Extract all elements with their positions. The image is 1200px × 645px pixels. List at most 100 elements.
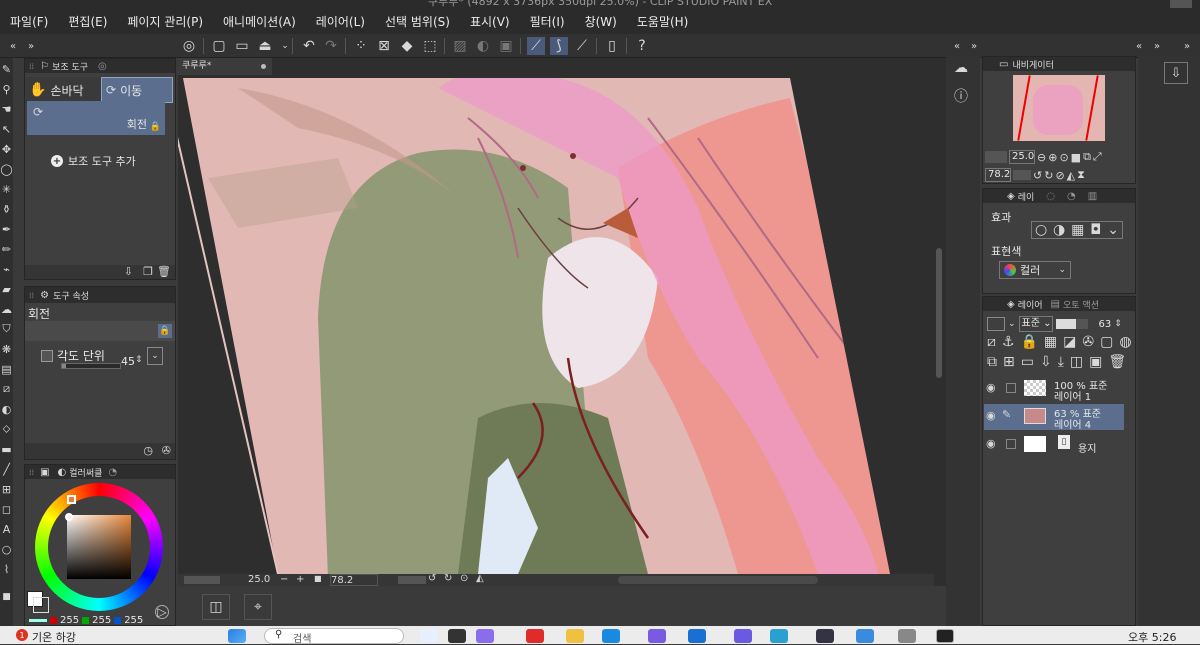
hue-ring[interactable] <box>35 483 163 611</box>
sub-tool-item-rotate[interactable]: ⟳ 회전 🔒 <box>27 101 165 135</box>
tab-hand[interactable]: ✋ 손바닥 <box>25 77 101 103</box>
pen-tool-icon[interactable]: ✎ <box>0 60 13 78</box>
ruler-display-icon[interactable]: ✇ <box>1082 334 1094 350</box>
open-file-icon[interactable]: ▭ <box>233 37 251 55</box>
new-vector-layer-icon[interactable]: ⊞ <box>1003 354 1015 370</box>
decoration-tool-icon[interactable]: ❋ <box>0 340 13 358</box>
export-icon[interactable]: ⇩ <box>1164 62 1188 84</box>
store-icon[interactable] <box>602 629 620 643</box>
expression-color-select[interactable]: 컬러 ⌄ <box>999 261 1071 279</box>
eye-icon[interactable]: ◉ <box>986 437 996 450</box>
fill-icon[interactable]: ◆ <box>398 37 416 55</box>
rotation-slider[interactable] <box>398 576 426 584</box>
horizontal-scrollbar[interactable] <box>618 576 818 584</box>
canvas-tab[interactable]: 쿠루루* <box>178 58 272 75</box>
reset-rotation-icon[interactable]: ⊘ <box>1055 169 1064 182</box>
smartphone-icon[interactable]: ▯ <box>603 37 621 55</box>
eyedropper-tool-icon[interactable]: ⚱ <box>0 200 13 218</box>
fit-screen-icon[interactable]: ⊙ <box>1059 151 1068 164</box>
navigator-zoom-value[interactable]: 25.0 <box>1009 150 1035 164</box>
layer-row-1[interactable]: ◉ 100 % 표준 레이어 1 <box>984 376 1124 403</box>
stepper-icon[interactable]: ⇕ <box>135 355 143 365</box>
canvas-artwork[interactable] <box>178 58 946 586</box>
navigator-rotation-slider[interactable] <box>1013 170 1031 180</box>
opacity-value[interactable]: 63 <box>1099 319 1112 330</box>
rotate-right-icon[interactable]: ↻ <box>1044 169 1053 182</box>
save-icon[interactable]: ⏏ <box>256 37 274 55</box>
gradient-tool-icon[interactable]: ▤ <box>0 360 13 378</box>
app-icon-2[interactable] <box>476 629 494 643</box>
rotate-right-icon[interactable]: ↻ <box>444 573 452 584</box>
layer-color-icon[interactable]: ◘ <box>1090 222 1101 238</box>
drop-tool-icon[interactable]: ◐ <box>0 400 13 418</box>
material-icon[interactable]: ☁ <box>954 60 968 76</box>
clear-icon[interactable]: ⊠ <box>375 37 393 55</box>
zoom-in-icon[interactable]: + <box>296 574 304 585</box>
menu-animation[interactable]: 애니메이션(A) <box>213 13 306 30</box>
tab-auto-action[interactable]: 오토 액션 <box>1063 298 1099 311</box>
chevron-down-icon[interactable]: ⌄ <box>1107 222 1119 238</box>
selection-icon-1[interactable]: ▨ <box>451 37 469 55</box>
menu-layer[interactable]: 레이어(L) <box>306 13 375 30</box>
teams-icon[interactable] <box>648 629 666 643</box>
navigator-zoom-slider[interactable] <box>985 151 1007 163</box>
sub-tool-tab-icon[interactable]: ◎ <box>98 61 107 72</box>
palette-tab-icon[interactable]: ▣ <box>40 467 49 478</box>
fill-tool-icon[interactable]: ⛉ <box>0 320 13 338</box>
layer-edit-box[interactable] <box>1006 383 1016 393</box>
transfer-down-icon[interactable]: ⇩ <box>1040 354 1052 370</box>
figure-tool-icon[interactable]: ⧄ <box>0 380 13 398</box>
hue-marker[interactable] <box>67 495 76 504</box>
brush-tool-icon[interactable]: ✒ <box>0 220 13 238</box>
clip-icon[interactable]: ⧄ <box>987 334 996 350</box>
flip-vertical-icon[interactable]: ⧗ <box>1077 168 1085 182</box>
sub-color-swatch[interactable] <box>33 597 49 613</box>
collapse-right-icon-2[interactable]: » <box>965 37 983 55</box>
eraser-tool-icon[interactable]: ▰ <box>0 280 13 298</box>
collapse-right-icon[interactable]: » <box>22 37 40 55</box>
add-sub-tool-button[interactable]: + 보조 도구 추가 <box>51 153 136 169</box>
opacity-slider[interactable] <box>1055 319 1088 329</box>
layer-row-paper[interactable]: ◉ ▯ 용지 <box>984 432 1124 458</box>
selection-icon-3[interactable]: ▣ <box>497 37 515 55</box>
trash-icon[interactable]: 🗑 <box>1108 354 1126 370</box>
edge-icon[interactable] <box>770 629 788 643</box>
text-tool-icon[interactable]: A <box>0 520 13 538</box>
saturation-square[interactable] <box>67 515 131 579</box>
balloon-tool-icon[interactable]: ◻ <box>0 500 13 518</box>
weather-badge[interactable]: 1 <box>16 629 28 641</box>
angle-unit-checkbox[interactable] <box>41 349 53 362</box>
correction-tool-icon[interactable]: ⌇ <box>0 560 13 578</box>
duplicate-icon[interactable]: ❐ <box>143 265 153 278</box>
color-picker-cursor[interactable] <box>65 513 73 521</box>
palette-color-icon[interactable]: ◍ <box>1119 334 1131 350</box>
explorer-icon[interactable] <box>566 629 584 643</box>
layer-property-icon[interactable]: ◈ <box>1007 191 1015 202</box>
menu-selection[interactable]: 선택 범위(S) <box>375 13 460 30</box>
layers-icon[interactable]: ◈ <box>1007 299 1015 310</box>
weather-text[interactable]: 기온 하강 <box>32 629 76 645</box>
app-icon-1[interactable] <box>448 629 466 643</box>
hand-tool-icon[interactable]: ☚ <box>0 100 13 118</box>
rotation-value[interactable]: 78.2 <box>330 574 378 586</box>
layer-edit-box[interactable] <box>1006 439 1016 449</box>
grid-snap-icon[interactable]: ⟋ <box>573 37 591 55</box>
reset-rotation-icon[interactable]: ⊙ <box>460 573 468 584</box>
mask-icon[interactable]: ◫ <box>1070 354 1083 370</box>
vertical-scrollbar[interactable] <box>936 248 942 378</box>
layer-navigator-button[interactable]: ◫ <box>202 594 230 620</box>
new-folder-icon[interactable]: ▭ <box>1021 354 1034 370</box>
outlook-icon[interactable] <box>688 629 706 643</box>
auto-action-icon[interactable]: ▤ <box>1051 299 1060 310</box>
reset-icon[interactable]: ◷ <box>143 444 153 457</box>
rotate-left-icon[interactable]: ↺ <box>1033 169 1042 182</box>
color-wheel-tab-icon[interactable]: ◐ <box>58 467 67 478</box>
fit-icon[interactable]: ■ <box>314 574 322 583</box>
undo-icon[interactable]: ↶ <box>300 37 318 55</box>
history-icon[interactable]: ◔ <box>1067 191 1076 202</box>
transform-icon[interactable]: ⬚ <box>421 37 439 55</box>
pages-icon[interactable]: ▥ <box>1088 191 1097 202</box>
menu-page[interactable]: 페이지 관리(P) <box>117 13 213 30</box>
menu-help[interactable]: 도움말(H) <box>627 13 699 30</box>
zoom-tool-icon[interactable]: ⚲ <box>0 80 13 98</box>
